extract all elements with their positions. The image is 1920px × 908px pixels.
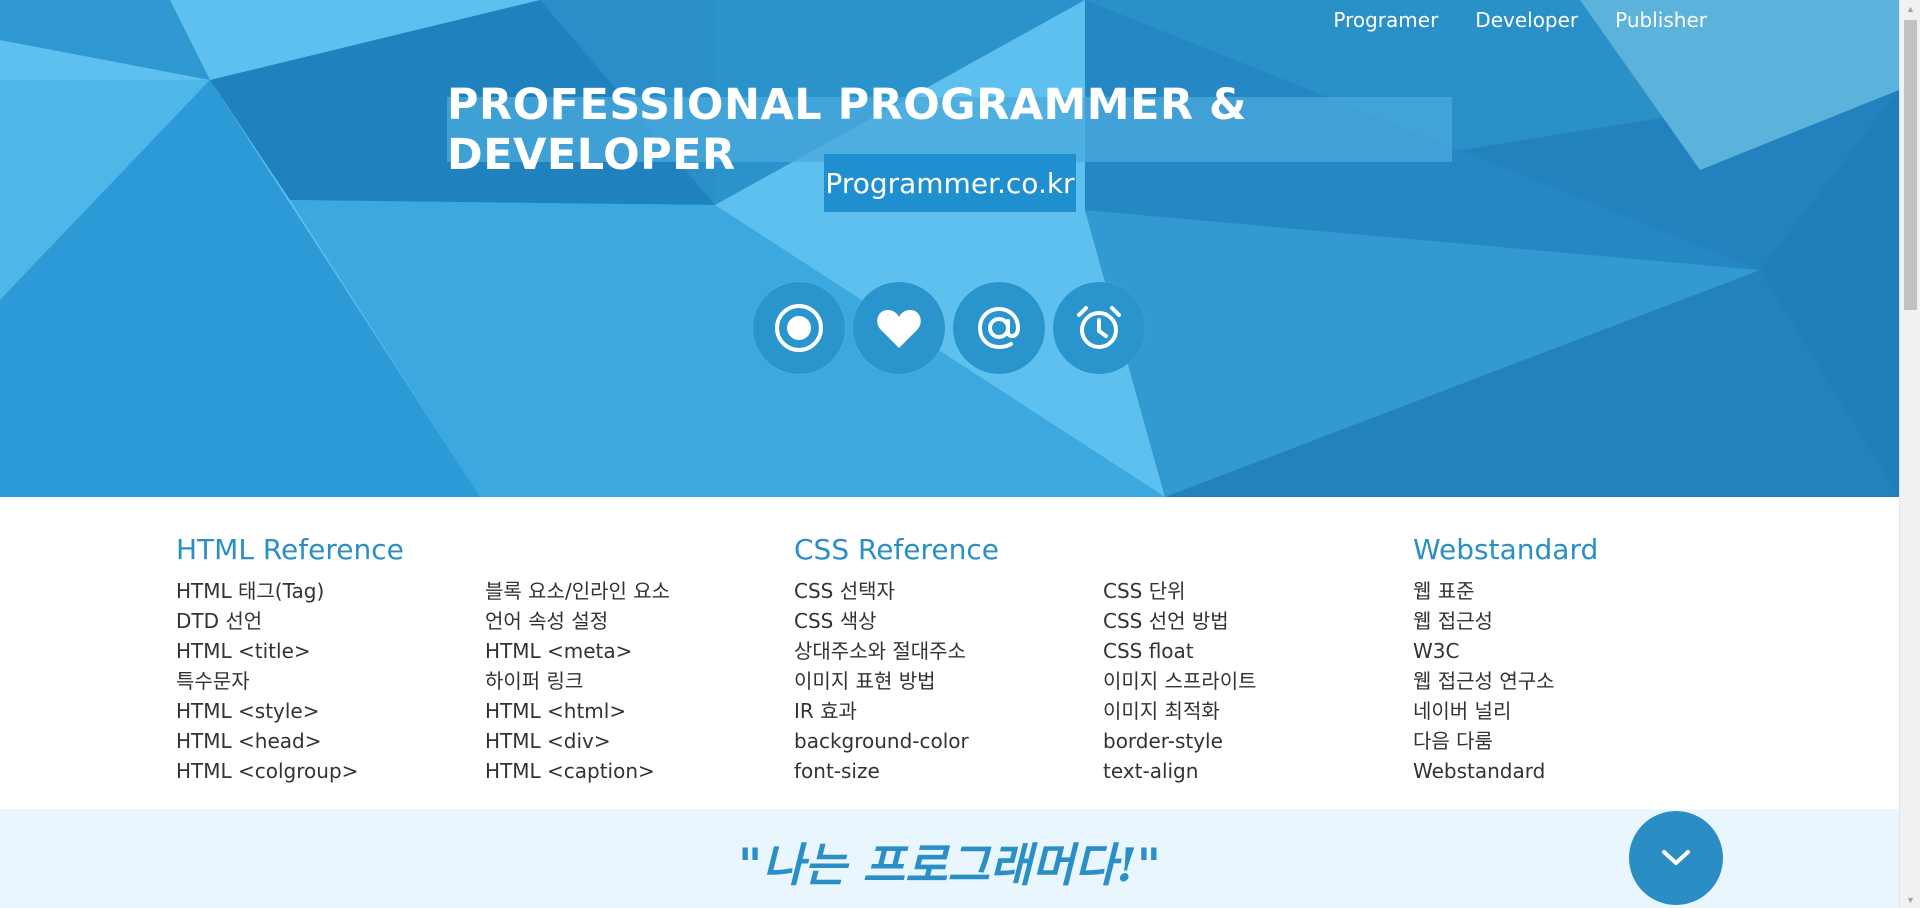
scrollbar-thumb[interactable]: [1904, 20, 1917, 310]
list-item[interactable]: HTML 태그(Tag): [176, 576, 485, 606]
list-item[interactable]: DTD 선언: [176, 606, 485, 636]
scroll-down-button[interactable]: [1629, 811, 1723, 905]
list-item[interactable]: HTML <div>: [485, 726, 794, 756]
list-item[interactable]: Webstandard: [1413, 756, 1722, 786]
at-sign-icon[interactable]: [953, 282, 1045, 374]
webstandard-list: 웹 표준 웹 접근성 W3C 웹 접근성 연구소 네이버 널리 다음 다룸 We…: [1413, 576, 1722, 786]
webstandard-heading[interactable]: Webstandard: [1413, 533, 1722, 566]
list-item[interactable]: HTML <colgroup>: [176, 756, 485, 786]
list-item[interactable]: 웹 접근성 연구소: [1413, 666, 1722, 696]
list-item[interactable]: IR 효과: [794, 696, 1103, 726]
vertical-scrollbar[interactable]: ▲ ▼: [1899, 0, 1920, 908]
list-item[interactable]: CSS 단위: [1103, 576, 1412, 606]
nav-link-developer[interactable]: Developer: [1475, 8, 1578, 32]
list-item[interactable]: HTML <head>: [176, 726, 485, 756]
list-item[interactable]: HTML <html>: [485, 696, 794, 726]
hero-title-box: PROFESSIONAL PROGRAMMER & DEVELOPER: [447, 80, 1452, 180]
list-item[interactable]: 웹 접근성: [1413, 606, 1722, 636]
html-reference-list-1: HTML 태그(Tag) DTD 선언 HTML <title> 특수문자 HT…: [176, 576, 485, 786]
css-reference-section: CSS Reference CSS 선택자 CSS 색상 상대주소와 절대주소 …: [794, 533, 1412, 786]
webstandard-section: Webstandard 웹 표준 웹 접근성 W3C 웹 접근성 연구소 네이버…: [1413, 533, 1722, 786]
alarm-clock-icon-glyph: [1077, 306, 1121, 349]
nav-link-publisher[interactable]: Publisher: [1615, 8, 1707, 32]
target-icon-glyph: [775, 304, 823, 352]
list-item[interactable]: 언어 속성 설정: [485, 606, 794, 636]
top-navigation: Programer Developer Publisher: [1333, 8, 1707, 32]
list-item[interactable]: HTML <caption>: [485, 756, 794, 786]
chevron-down-icon: [1662, 850, 1690, 865]
scroll-up-arrow-icon[interactable]: ▲: [1900, 0, 1920, 17]
list-item[interactable]: 이미지 표현 방법: [794, 666, 1103, 696]
list-item[interactable]: 이미지 최적화: [1103, 696, 1412, 726]
list-item[interactable]: CSS float: [1103, 636, 1412, 666]
list-item[interactable]: text-align: [1103, 756, 1412, 786]
list-item[interactable]: 이미지 스프라이트: [1103, 666, 1412, 696]
html-reference-list-2: 블록 요소/인라인 요소 언어 속성 설정 HTML <meta> 하이퍼 링크…: [485, 576, 794, 786]
list-item[interactable]: 하이퍼 링크: [485, 666, 794, 696]
list-item[interactable]: background-color: [794, 726, 1103, 756]
list-item[interactable]: 상대주소와 절대주소: [794, 636, 1103, 666]
list-item[interactable]: 네이버 널리: [1413, 696, 1722, 726]
hero-background: [0, 0, 1899, 497]
list-item[interactable]: HTML <title>: [176, 636, 485, 666]
heart-icon-glyph: [877, 310, 921, 348]
scroll-down-arrow-icon[interactable]: ▼: [1900, 891, 1920, 908]
at-sign-icon-glyph: [977, 306, 1021, 350]
list-item[interactable]: 웹 표준: [1413, 576, 1722, 606]
reference-links: HTML Reference HTML 태그(Tag) DTD 선언 HTML …: [0, 497, 1899, 809]
slogan-band: "나는 프로그래머다!": [0, 809, 1899, 908]
hero-subtitle: Programmer.co.kr: [825, 166, 1075, 200]
hero-banner: Programer Developer Publisher PROFESSION…: [0, 0, 1899, 497]
nav-link-programer[interactable]: Programer: [1333, 8, 1438, 32]
list-item[interactable]: HTML <meta>: [485, 636, 794, 666]
list-item[interactable]: HTML <style>: [176, 696, 485, 726]
list-item[interactable]: border-style: [1103, 726, 1412, 756]
html-reference-section: HTML Reference HTML 태그(Tag) DTD 선언 HTML …: [176, 533, 794, 786]
list-item[interactable]: 블록 요소/인라인 요소: [485, 576, 794, 606]
hero-icon-row: [753, 282, 1145, 374]
css-reference-list-1: CSS 선택자 CSS 색상 상대주소와 절대주소 이미지 표현 방법 IR 효…: [794, 576, 1103, 786]
css-reference-heading[interactable]: CSS Reference: [794, 533, 1412, 566]
list-item[interactable]: CSS 선택자: [794, 576, 1103, 606]
target-icon[interactable]: [753, 282, 845, 374]
list-item[interactable]: font-size: [794, 756, 1103, 786]
alarm-clock-icon[interactable]: [1053, 282, 1145, 374]
slogan-text: "나는 프로그래머다!": [738, 838, 1161, 892]
list-item[interactable]: CSS 색상: [794, 606, 1103, 636]
css-reference-list-2: CSS 단위 CSS 선언 방법 CSS float 이미지 스프라이트 이미지…: [1103, 576, 1412, 786]
list-item[interactable]: W3C: [1413, 636, 1722, 666]
hero-subtitle-box: Programmer.co.kr: [824, 154, 1076, 212]
list-item[interactable]: CSS 선언 방법: [1103, 606, 1412, 636]
list-item[interactable]: 특수문자: [176, 666, 485, 696]
list-item[interactable]: 다음 다룸: [1413, 726, 1722, 756]
heart-icon[interactable]: [853, 282, 945, 374]
html-reference-heading[interactable]: HTML Reference: [176, 533, 794, 566]
